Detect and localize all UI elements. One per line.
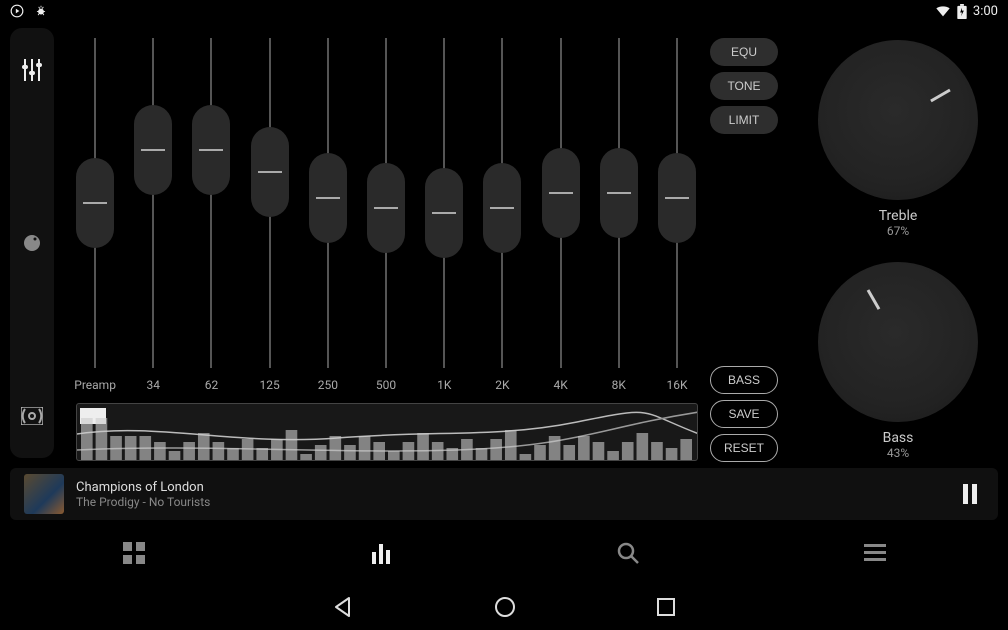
equ-button[interactable]: EQU [710, 38, 778, 66]
eq-band-500 [357, 38, 415, 368]
eq-band-250 [299, 38, 357, 368]
treble-label: Treble [818, 208, 978, 224]
eq-band-1k [415, 38, 473, 368]
eq-band-label: 8K [590, 378, 648, 398]
eq-band-label: 500 [357, 378, 415, 398]
eq-band-label: 34 [124, 378, 182, 398]
wifi-icon [935, 4, 951, 18]
back-button[interactable] [332, 596, 354, 618]
clock-text: 3:00 [973, 4, 998, 19]
eq-slider-thumb[interactable] [600, 148, 638, 238]
eq-band-label: 2K [473, 378, 531, 398]
eq-band-16k [648, 38, 706, 368]
eq-band-label: 62 [182, 378, 240, 398]
library-grid-icon[interactable] [114, 533, 154, 573]
eq-band-labels: Preamp34621252505001K2K4K8K16K [66, 378, 706, 398]
equalizer-panel: Preamp34621252505001K2K4K8K16K EQU TONE … [66, 28, 786, 460]
android-navbar [0, 584, 1008, 630]
search-icon[interactable] [608, 533, 648, 573]
eq-slider-thumb[interactable] [251, 127, 289, 217]
bass-label: Bass [818, 430, 978, 446]
play-circle-icon [10, 4, 24, 18]
album-art [24, 474, 64, 514]
left-sidebar [10, 28, 54, 458]
bass-button[interactable]: BASS [710, 366, 778, 394]
android-statusbar: 3:00 [0, 0, 1008, 22]
eq-band-label: 250 [299, 378, 357, 398]
save-button[interactable]: SAVE [710, 400, 778, 428]
eq-mode-buttons: EQU TONE LIMIT [710, 38, 778, 134]
spectrum-analyzer [76, 403, 698, 461]
equalizer-tab-icon[interactable] [20, 58, 44, 82]
recents-button[interactable] [656, 597, 676, 617]
surround-icon[interactable] [20, 404, 44, 428]
eq-slider-thumb[interactable] [483, 163, 521, 253]
reset-button[interactable]: RESET [710, 434, 778, 462]
bottom-tab-bar [10, 528, 998, 578]
eq-band-2k [473, 38, 531, 368]
eq-band-125 [241, 38, 299, 368]
eq-slider-thumb[interactable] [425, 168, 463, 258]
eq-bands [66, 38, 706, 368]
limit-button[interactable]: LIMIT [710, 106, 778, 134]
eq-slider-thumb[interactable] [658, 153, 696, 243]
eq-slider-thumb[interactable] [76, 158, 114, 248]
volume-knob-icon[interactable] [20, 231, 44, 255]
eq-band-8k [590, 38, 648, 368]
menu-icon[interactable] [855, 533, 895, 573]
eq-band-label: 1K [415, 378, 473, 398]
eq-track [152, 38, 154, 368]
eq-band-label: Preamp [66, 378, 124, 398]
track-info: Champions of London The Prodigy - No Tou… [76, 480, 956, 509]
pause-button[interactable] [956, 480, 984, 508]
eq-band-62 [182, 38, 240, 368]
eq-band-label: 125 [241, 378, 299, 398]
treble-value: 67% [818, 224, 978, 238]
eq-track [210, 38, 212, 368]
bug-icon [34, 4, 48, 18]
eq-band-label: 16K [648, 378, 706, 398]
eq-band-label: 4K [532, 378, 590, 398]
eq-slider-thumb[interactable] [192, 105, 230, 195]
tone-knobs: Treble 67% Bass 43% [800, 30, 996, 460]
now-playing-bar[interactable]: Champions of London The Prodigy - No Tou… [10, 468, 998, 520]
eq-band-preamp [66, 38, 124, 368]
bass-value: 43% [818, 446, 978, 460]
treble-knob[interactable] [818, 40, 978, 200]
battery-charging-icon [957, 4, 967, 19]
eq-slider-thumb[interactable] [134, 105, 172, 195]
tone-button[interactable]: TONE [710, 72, 778, 100]
track-subtitle: The Prodigy - No Tourists [76, 495, 956, 509]
eq-action-buttons: BASS SAVE RESET [710, 366, 778, 462]
bass-knob[interactable] [818, 262, 978, 422]
eq-slider-thumb[interactable] [309, 153, 347, 243]
eq-slider-thumb[interactable] [367, 163, 405, 253]
track-title: Champions of London [76, 480, 956, 495]
eq-bars-icon[interactable] [361, 533, 401, 573]
eq-band-34 [124, 38, 182, 368]
eq-band-4k [532, 38, 590, 368]
eq-slider-thumb[interactable] [542, 148, 580, 238]
home-button[interactable] [494, 596, 516, 618]
